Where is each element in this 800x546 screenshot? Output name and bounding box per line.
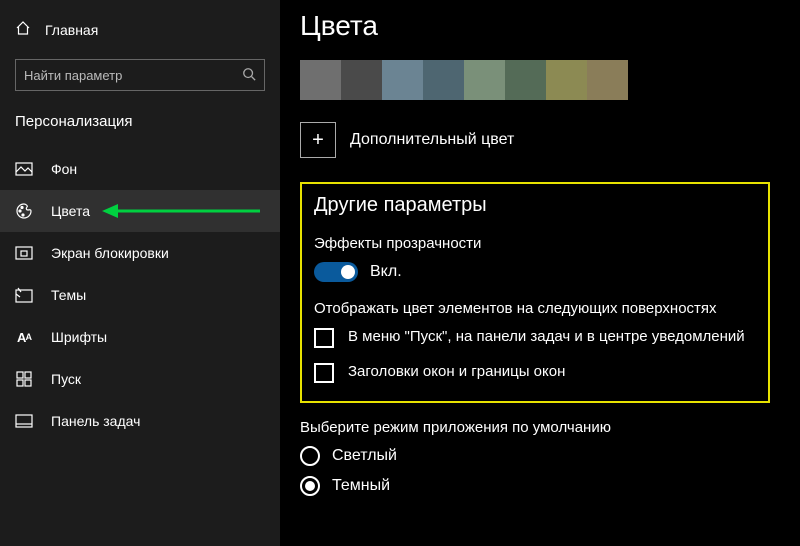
search-placeholder: Найти параметр bbox=[24, 68, 122, 83]
sidebar-item-label: Фон bbox=[51, 161, 77, 177]
sidebar: Главная Найти параметр Персонализация Фо… bbox=[0, 0, 280, 546]
page-title: Цвета bbox=[300, 10, 770, 42]
radio-label: Темный bbox=[332, 477, 390, 495]
toggle-knob bbox=[341, 265, 355, 279]
color-swatch[interactable] bbox=[382, 60, 423, 100]
radio-label: Светлый bbox=[332, 447, 397, 465]
start-icon bbox=[15, 370, 33, 388]
home-label: Главная bbox=[45, 22, 98, 38]
color-swatch[interactable] bbox=[505, 60, 546, 100]
taskbar-icon bbox=[15, 412, 33, 430]
radio-light[interactable]: Светлый bbox=[300, 446, 770, 466]
annotation-highlight-box: Другие параметры Эффекты прозрачности Вк… bbox=[300, 182, 770, 403]
sidebar-item-label: Цвета bbox=[51, 203, 90, 219]
color-swatch[interactable] bbox=[464, 60, 505, 100]
search-input[interactable]: Найти параметр bbox=[15, 59, 265, 91]
radio-icon bbox=[300, 446, 320, 466]
section-heading: Другие параметры bbox=[314, 194, 756, 217]
add-custom-color[interactable]: + Дополнительный цвет bbox=[300, 122, 770, 158]
sidebar-item-themes[interactable]: Темы bbox=[0, 274, 280, 316]
home-icon bbox=[15, 20, 31, 39]
main-panel: Цвета + Дополнительный цвет Другие парам… bbox=[280, 0, 800, 546]
sidebar-item-label: Экран блокировки bbox=[51, 245, 169, 261]
sidebar-item-fonts[interactable]: AA Шрифты bbox=[0, 316, 280, 358]
radio-dark[interactable]: Темный bbox=[300, 476, 770, 496]
sidebar-item-taskbar[interactable]: Панель задач bbox=[0, 400, 280, 442]
checkbox-start-taskbar[interactable]: В меню "Пуск", на панели задач и в центр… bbox=[314, 327, 756, 348]
picture-icon bbox=[15, 160, 33, 178]
lockscreen-icon bbox=[15, 244, 33, 262]
checkbox-label: Заголовки окон и границы окон bbox=[348, 362, 565, 382]
sidebar-item-start[interactable]: Пуск bbox=[0, 358, 280, 400]
transparency-label: Эффекты прозрачности bbox=[314, 235, 756, 252]
color-swatch[interactable] bbox=[300, 60, 341, 100]
search-icon bbox=[242, 67, 256, 84]
sidebar-item-label: Пуск bbox=[51, 371, 81, 387]
sidebar-item-label: Темы bbox=[51, 287, 86, 303]
color-swatch-row bbox=[300, 60, 770, 100]
add-custom-color-label: Дополнительный цвет bbox=[350, 131, 514, 149]
sidebar-item-background[interactable]: Фон bbox=[0, 148, 280, 190]
palette-icon bbox=[15, 202, 33, 220]
radio-icon bbox=[300, 476, 320, 496]
sidebar-item-label: Панель задач bbox=[51, 413, 140, 429]
checkbox-title-bars[interactable]: Заголовки окон и границы окон bbox=[314, 362, 756, 383]
sidebar-item-colors[interactable]: Цвета bbox=[0, 190, 280, 232]
app-mode-label: Выберите режим приложения по умолчанию bbox=[300, 419, 770, 436]
checkbox-icon bbox=[314, 328, 334, 348]
themes-icon bbox=[15, 286, 33, 304]
color-swatch[interactable] bbox=[341, 60, 382, 100]
color-swatch[interactable] bbox=[546, 60, 587, 100]
sidebar-item-lockscreen[interactable]: Экран блокировки bbox=[0, 232, 280, 274]
checkbox-icon bbox=[314, 363, 334, 383]
sidebar-item-label: Шрифты bbox=[51, 329, 107, 345]
category-title: Персонализация bbox=[0, 107, 280, 148]
color-swatch[interactable] bbox=[587, 60, 628, 100]
transparency-toggle[interactable] bbox=[314, 262, 358, 282]
home-link[interactable]: Главная bbox=[0, 10, 280, 49]
toggle-state-label: Вкл. bbox=[370, 263, 402, 281]
accent-surfaces-label: Отображать цвет элементов на следующих п… bbox=[314, 300, 756, 317]
checkbox-label: В меню "Пуск", на панели задач и в центр… bbox=[348, 327, 745, 347]
fonts-icon: AA bbox=[15, 328, 33, 346]
plus-icon: + bbox=[300, 122, 336, 158]
color-swatch[interactable] bbox=[423, 60, 464, 100]
annotation-arrow-icon bbox=[100, 201, 260, 221]
